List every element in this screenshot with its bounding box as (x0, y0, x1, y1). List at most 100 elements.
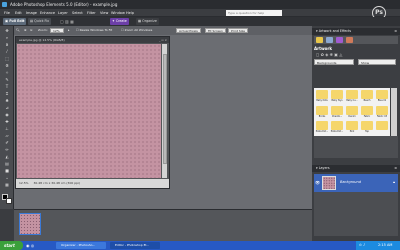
healing-brush-tool-icon[interactable]: ✚ (3, 119, 11, 125)
artwork-icons: ◻ ✿ ◈ ❋ ▣ ◬ (316, 52, 343, 57)
artwork-label: Pink (349, 130, 355, 133)
taskbar-editor[interactable]: Editor - Photoshop El... (110, 242, 160, 249)
brush-tool-icon[interactable]: ✐ (3, 140, 11, 146)
shape-tool-icon[interactable]: ■ (3, 168, 11, 174)
lasso-tool-icon[interactable]: ᘓ (3, 63, 11, 69)
paint-bucket-tool-icon[interactable]: ◭ (3, 154, 11, 160)
layer-visibility-icon[interactable]: 👁︎ (315, 180, 320, 185)
styles-tab-icon[interactable] (346, 37, 353, 43)
artwork-item[interactable]: Baby Toys (330, 90, 344, 104)
sponge-tool-icon[interactable]: ▦ (3, 182, 11, 188)
create-button[interactable]: ✦ Create (110, 18, 129, 25)
gradient-tool-icon[interactable]: ▤ (3, 161, 11, 167)
zoom-value-field[interactable]: 12% (50, 28, 64, 33)
fit-screen-button[interactable]: Fit Screen (205, 28, 226, 33)
tray-icons[interactable]: ⊙ ♪ (359, 243, 365, 247)
blur-tool-icon[interactable]: 💧︎ (3, 175, 11, 181)
artwork-item[interactable]: Checkb... (330, 105, 344, 120)
toolbar-icons: ▢ ▥ ▦ (60, 19, 74, 24)
artwork-empty-area (314, 136, 398, 158)
resize-windows-checkbox[interactable]: ☐ Resize Windows To Fit (76, 27, 112, 34)
artwork-item[interactable]: Fabric (360, 105, 374, 120)
artwork-item[interactable]: Pink (345, 121, 359, 135)
move-tool-icon[interactable]: ✥ (3, 28, 11, 34)
eraser-tool-icon[interactable]: ▱ (3, 133, 11, 139)
panel-menu-icon[interactable]: ≡ (394, 28, 397, 35)
artwork-item[interactable]: Polka Dot... (330, 121, 344, 135)
document-window: example.jpg @ 12.5% (RGB/8) _ ▫ × 12.5% … (15, 36, 170, 189)
help-search-input[interactable] (226, 10, 282, 16)
eyedropper-tool-icon[interactable]: ⁄ (3, 49, 11, 55)
menu-enhance[interactable]: Enhance (40, 9, 55, 17)
selection-brush-tool-icon[interactable]: ✎ (3, 77, 11, 83)
straighten-tool-icon[interactable]: ⊿ (3, 105, 11, 111)
vertical-scrollbar[interactable] (162, 44, 167, 178)
red-eye-tool-icon[interactable]: ◉ (3, 112, 11, 118)
menu-filter[interactable]: Filter (87, 9, 96, 17)
image-canvas[interactable] (17, 44, 161, 178)
palette-bin: ▾ Artwork and Effects ≡ Artwork ◻ ✿ ◈ ❋ … (312, 26, 400, 241)
menu-layer[interactable]: Layer (58, 9, 68, 17)
menu-view[interactable]: View (100, 9, 108, 17)
scrollbar-thumb[interactable] (162, 54, 167, 164)
crop-tool-icon[interactable]: ⌗ (3, 91, 11, 97)
background-color-swatch[interactable] (6, 198, 12, 204)
type-tool-icon[interactable]: T (3, 84, 11, 90)
hand-tool-icon[interactable]: ✋︎ (3, 42, 11, 48)
category-select[interactable]: Backgrounds (314, 59, 354, 65)
filter-select[interactable]: Show (358, 59, 396, 65)
menu-select[interactable]: Select (72, 9, 83, 17)
artwork-item[interactable]: Blue 01 (375, 90, 389, 104)
artwork-label: Denim (348, 114, 356, 118)
layers-panel-header[interactable]: ▾ Layers ≡ (312, 165, 400, 172)
status-document-size: 30.48 cm x 30.48 cm (300 ppi) (33, 181, 81, 185)
zoom-tool-icon[interactable]: ⌕ (3, 35, 11, 41)
artwork-item[interactable]: Bricks (315, 105, 329, 120)
zoom-slider[interactable]: ▸ (68, 27, 70, 34)
artwork-item[interactable] (375, 121, 389, 135)
quick-fix-button[interactable]: ▤ Quick Fix (28, 18, 52, 25)
artwork-scrollbar[interactable] (391, 88, 397, 136)
print-size-button[interactable]: Print Size (228, 28, 249, 33)
zoom-in-icon[interactable]: ⊕ (24, 27, 27, 34)
magic-wand-tool-icon[interactable]: ✧ (3, 70, 11, 76)
artwork-item[interactable]: Baby Dots (315, 90, 329, 104)
artwork-item[interactable]: Denim (345, 105, 359, 120)
menu-edit[interactable]: Edit (15, 9, 22, 17)
actual-pixels-button[interactable]: Actual Pixels (176, 28, 201, 33)
layer-row-background[interactable]: 👁︎ Background 🔒︎ (314, 174, 398, 192)
menu-file[interactable]: File (4, 9, 10, 17)
menu-help[interactable]: Help (126, 9, 134, 17)
artwork-item[interactable]: Baby Cu... (345, 90, 359, 104)
zoom-all-windows-checkbox[interactable]: ☐ Zoom All Windows (121, 27, 152, 34)
layers-list: 👁︎ Background 🔒︎ (314, 174, 398, 236)
effects-tab-icon[interactable] (326, 37, 333, 43)
clone-stamp-tool-icon[interactable]: ⊥ (3, 126, 11, 132)
quick-launch-icons[interactable]: ◉ ◎ (26, 243, 34, 248)
project-bin (14, 209, 312, 241)
marquee-tool-icon[interactable]: ⬚ (3, 56, 11, 62)
document-title-bar[interactable]: example.jpg @ 12.5% (RGB/8) _ ▫ × (16, 37, 169, 43)
artwork-tab-icon[interactable] (316, 37, 323, 43)
document-window-controls[interactable]: _ ▫ × (159, 37, 167, 43)
menu-window[interactable]: Window (111, 9, 125, 17)
artwork-panel-header[interactable]: ▾ Artwork and Effects ≡ (312, 28, 400, 35)
cookie-cutter-tool-icon[interactable]: ♣ (3, 98, 11, 104)
artwork-item[interactable]: Beach (360, 90, 374, 104)
menu-image[interactable]: Image (26, 9, 37, 17)
start-button[interactable]: start (0, 241, 23, 250)
layers-menu-icon[interactable]: ≡ (394, 165, 397, 172)
artwork-item[interactable]: Polka Dot... (315, 121, 329, 135)
artwork-item[interactable]: Tap (360, 121, 374, 135)
smart-brush-tool-icon[interactable]: ✏︎ (3, 147, 11, 153)
organize-button[interactable]: ▦ Organize (136, 18, 159, 25)
artwork-label: Baby Dots (316, 99, 328, 102)
artwork-label: Bricks (318, 114, 326, 118)
filters-tab-icon[interactable] (336, 37, 343, 43)
bin-thumbnail[interactable] (19, 213, 41, 235)
full-edit-button[interactable]: ▣ Full Edit (3, 18, 27, 25)
zoom-out-icon[interactable]: ⊖ (30, 27, 33, 34)
artwork-label: Polka Dot... (315, 130, 329, 133)
taskbar-organizer[interactable]: Organizer - Photosho... (56, 242, 106, 249)
artwork-item[interactable]: Fabric 03 (375, 105, 389, 120)
